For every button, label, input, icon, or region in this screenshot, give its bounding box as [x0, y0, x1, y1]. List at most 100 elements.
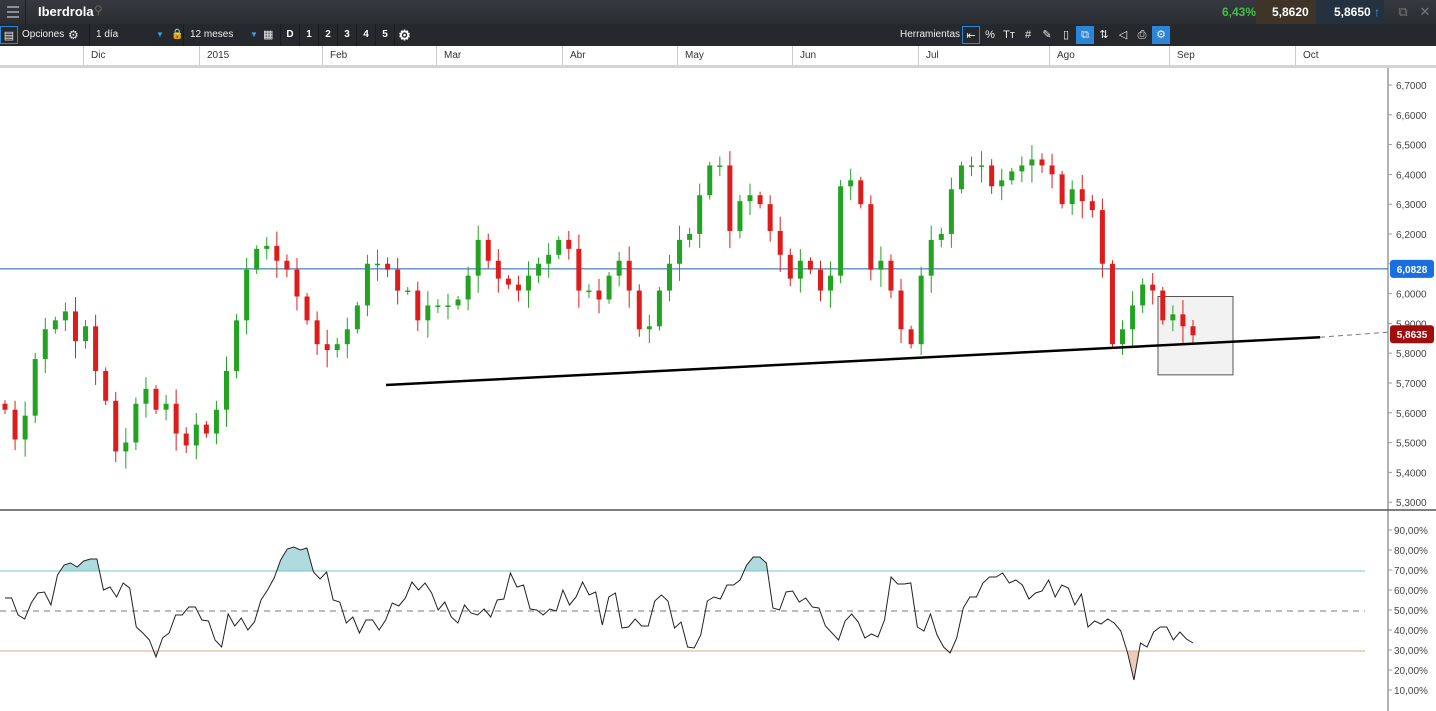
- back-arrow-icon[interactable]: ⇤: [962, 26, 980, 44]
- candle-body: [556, 239, 562, 255]
- candle-body: [22, 415, 28, 440]
- buy-price-button[interactable]: 5,8650 ↑: [1316, 0, 1384, 24]
- period-5[interactable]: 5: [375, 24, 394, 46]
- settings-gear-icon[interactable]: ⚙: [394, 24, 414, 46]
- period-1[interactable]: 1: [299, 24, 318, 46]
- gear-icon[interactable]: ⚙: [68, 24, 79, 46]
- compare-icon[interactable]: ⧉: [1076, 26, 1094, 44]
- candle-body: [616, 260, 622, 276]
- close-icon[interactable]: ✕: [1414, 0, 1436, 24]
- candle-body: [596, 290, 602, 300]
- candle-body: [1160, 290, 1166, 321]
- candle-body: [646, 326, 652, 330]
- candle-body: [103, 370, 109, 401]
- candle-body: [1059, 174, 1065, 205]
- candle-body: [868, 204, 874, 270]
- time-label: Dic: [83, 46, 105, 65]
- settings-toggle-icon[interactable]: ⚙: [1152, 26, 1170, 44]
- candle-body: [948, 189, 954, 234]
- sell-price-button[interactable]: 5,8620 ↓: [1256, 0, 1316, 43]
- time-label: May: [677, 46, 704, 65]
- candle-body: [173, 403, 179, 434]
- change-percent: 6,43%: [1221, 5, 1256, 19]
- rsi-tick-label: 20,00%: [1394, 666, 1428, 677]
- price-tick-label: 6,5000: [1396, 141, 1427, 152]
- arrow-up-icon: ↑: [1370, 5, 1381, 19]
- time-label: Mar: [436, 46, 461, 65]
- period-4[interactable]: 4: [356, 24, 375, 46]
- candle-body: [344, 329, 350, 345]
- text-tool-button[interactable]: Tт: [1000, 26, 1018, 44]
- candle-body: [1170, 314, 1176, 321]
- candle-body: [999, 180, 1005, 187]
- interval-select[interactable]: 1 día ▼: [89, 24, 165, 46]
- candle-icon[interactable]: ▯: [1057, 26, 1075, 44]
- candle-body: [12, 409, 18, 440]
- rsi-tick-label: 60,00%: [1394, 586, 1428, 597]
- candle-body: [918, 275, 924, 345]
- menu-icon[interactable]: [0, 0, 26, 24]
- time-label: Jun: [792, 46, 816, 65]
- top-bar: Iberdrola ⚲ 6,43% 5,8620 ↓ 5,8650 ↑ ⧉ ✕: [0, 0, 1436, 43]
- interval-value: 1 día: [96, 29, 119, 40]
- candle-body: [475, 239, 481, 276]
- candle-body: [183, 433, 189, 446]
- tools-label: Herramientas: [900, 29, 961, 40]
- candle-body: [757, 195, 763, 205]
- candle-body: [455, 299, 461, 306]
- time-label: Abr: [562, 46, 586, 65]
- candle-body: [626, 260, 632, 291]
- calendar-icon[interactable]: ▦: [263, 24, 273, 46]
- chart-toolbar: ▤ Opciones ⚙ 1 día ▼ 🔒 12 meses ▼ ▦ D 1 2 …: [0, 24, 1436, 46]
- candle-body: [264, 245, 270, 249]
- time-label: Feb: [322, 46, 347, 65]
- buy-price: 5,8650: [1334, 5, 1371, 19]
- candle-body: [1089, 201, 1095, 211]
- candle-body: [354, 305, 360, 330]
- candle-body: [898, 290, 904, 330]
- sell-price: 5,8620: [1272, 5, 1309, 19]
- period-3[interactable]: 3: [337, 24, 356, 46]
- candle-body: [1150, 284, 1156, 291]
- tag-icon[interactable]: ◁: [1114, 26, 1132, 44]
- candle-body: [334, 344, 340, 351]
- candle-body: [1099, 210, 1105, 264]
- rsi-tick-label: 90,00%: [1394, 526, 1428, 537]
- price-tick-label: 6,0000: [1396, 290, 1427, 301]
- grid-icon[interactable]: #: [1019, 26, 1037, 44]
- candle-body: [828, 275, 834, 291]
- candle-body: [526, 275, 532, 291]
- list-icon[interactable]: ▤: [0, 26, 18, 44]
- candle-body: [83, 326, 89, 342]
- period-d[interactable]: D: [280, 24, 299, 46]
- candle-body: [133, 403, 139, 443]
- candle-body: [566, 239, 572, 249]
- draw-pencil-icon[interactable]: ✎: [1038, 26, 1056, 44]
- rsi-tick-label: 10,00%: [1394, 686, 1428, 697]
- candle-body: [405, 290, 411, 293]
- candle-body: [445, 305, 451, 307]
- popout-icon[interactable]: ⧉: [1392, 0, 1414, 24]
- candle-body: [203, 424, 209, 434]
- candle-body: [858, 180, 864, 205]
- candle-body: [72, 311, 78, 342]
- candle-body: [656, 290, 662, 327]
- candle-body: [727, 165, 733, 231]
- price-tick-label: 6,4000: [1396, 170, 1427, 181]
- candle-body: [375, 263, 381, 266]
- options-button[interactable]: Opciones: [22, 24, 64, 46]
- indicators-icon[interactable]: ⇅: [1095, 26, 1113, 44]
- lock-icon[interactable]: 🔒: [171, 24, 183, 46]
- candle-body: [364, 263, 370, 306]
- last-price-label: 5,8635: [1397, 330, 1428, 341]
- candle-body: [153, 388, 159, 410]
- range-select[interactable]: 12 meses ▼: [183, 24, 259, 46]
- candle-body: [274, 245, 280, 261]
- print-icon[interactable]: ⎙: [1133, 26, 1151, 44]
- candle-body: [1069, 189, 1075, 205]
- candle-body: [747, 195, 753, 202]
- percent-button[interactable]: %: [981, 26, 999, 44]
- search-icon[interactable]: ⚲: [94, 3, 103, 17]
- period-2[interactable]: 2: [318, 24, 337, 46]
- price-chart[interactable]: 6,70006,60006,50006,40006,30006,20006,10…: [0, 68, 1436, 711]
